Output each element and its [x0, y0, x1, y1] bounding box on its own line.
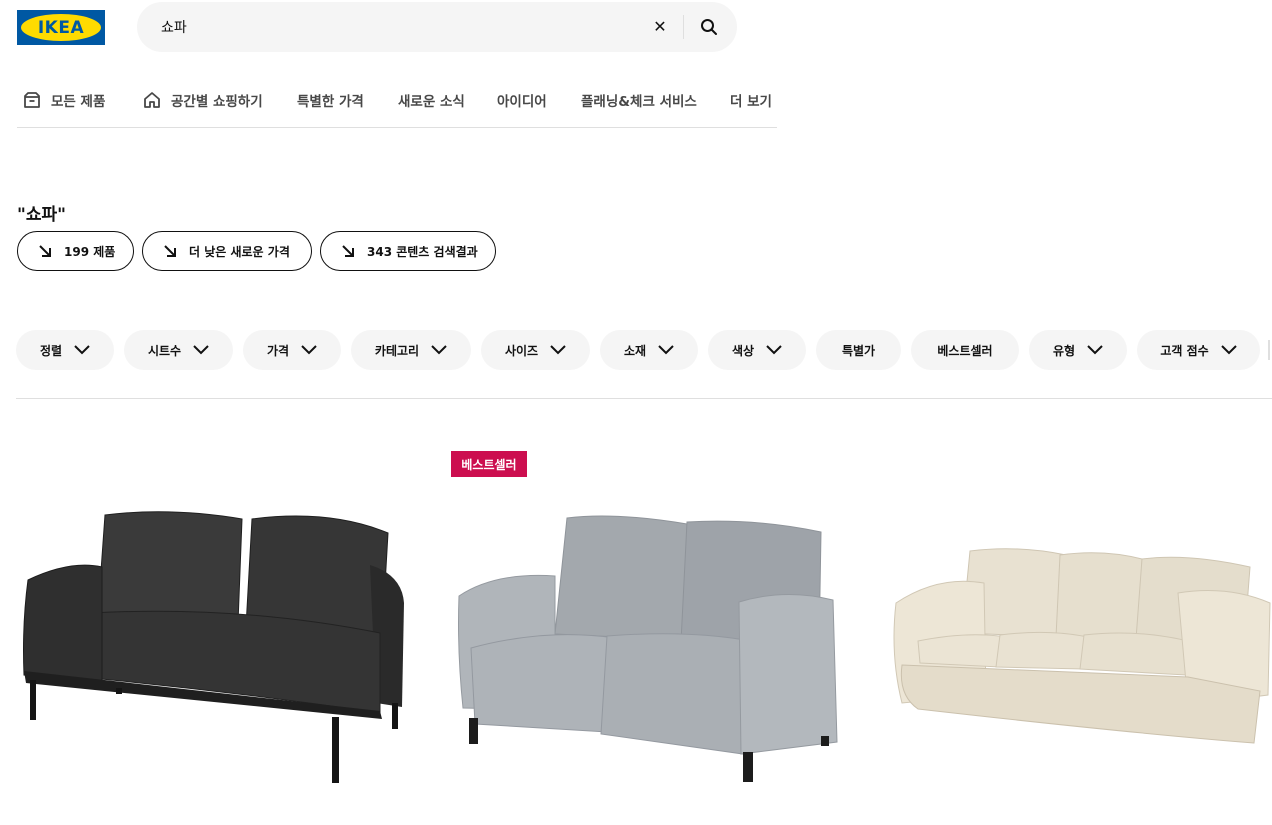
- nav-item-planning-service[interactable]: 플래닝&체크 서비스: [581, 90, 697, 110]
- main-nav: 모든 제품 공간별 쇼핑하기 특별한 가격 새로운 소식 아이디어 플래닝&체크…: [17, 72, 777, 128]
- filter-label: 특별가: [841, 343, 876, 358]
- filter-type[interactable]: 유형: [1029, 330, 1127, 370]
- nav-item-more[interactable]: 더 보기: [730, 90, 772, 110]
- chevron-down-icon: [550, 345, 566, 355]
- filter-label: 시트수: [147, 343, 182, 358]
- lower-price-link[interactable]: 더 낮은 새로운 가격: [142, 231, 312, 271]
- search-icon: [701, 19, 717, 35]
- products-count-link[interactable]: 199 제품: [17, 231, 134, 271]
- nav-item-rooms[interactable]: 공간별 쇼핑하기: [143, 90, 263, 110]
- chevron-down-icon: [658, 345, 674, 355]
- bestseller-badge: 베스트셀러: [451, 451, 527, 477]
- filter-label: 사이즈: [504, 343, 539, 358]
- filter-price[interactable]: 가격: [243, 330, 341, 370]
- search-button[interactable]: [693, 11, 725, 43]
- content-results-link[interactable]: 343 콘텐츠 검색결과: [320, 231, 496, 271]
- filter-seats[interactable]: 시트수: [124, 330, 233, 370]
- arrow-down-right-icon: [39, 245, 51, 257]
- filter-sort[interactable]: 정렬: [16, 330, 114, 370]
- nav-label: 새로운 소식: [398, 94, 465, 110]
- clear-search-button[interactable]: ✕: [645, 15, 675, 39]
- nav-item-ideas[interactable]: 아이디어: [497, 90, 547, 110]
- search-divider: [683, 15, 684, 39]
- filter-label: 고객 점수: [1160, 343, 1209, 358]
- filter-material[interactable]: 소재: [600, 330, 698, 370]
- filter-label: 유형: [1052, 343, 1076, 358]
- ikea-logo[interactable]: IKEA: [17, 10, 105, 45]
- filter-color[interactable]: 색상: [708, 330, 806, 370]
- home-icon: [144, 92, 160, 108]
- nav-label: 모든 제품: [51, 94, 106, 110]
- filter-label: 색상: [731, 343, 755, 358]
- pill-label: 더 낮은 새로운 가격: [189, 244, 290, 259]
- filter-label: 베스트셀러: [937, 343, 993, 358]
- search-query-title: "쇼파": [17, 205, 66, 225]
- chevron-down-icon: [74, 345, 90, 355]
- product-image-sofa-grey[interactable]: [455, 510, 845, 790]
- nav-label: 특별한 가격: [297, 94, 364, 110]
- product-image-sofa-beige[interactable]: [888, 545, 1272, 755]
- filter-label: 카테고리: [374, 343, 420, 358]
- nav-label: 플래닝&체크 서비스: [581, 94, 697, 110]
- nav-item-news[interactable]: 새로운 소식: [398, 90, 465, 110]
- nav-item-all-products[interactable]: 모든 제품: [23, 90, 105, 110]
- chevron-down-icon: [1220, 345, 1237, 355]
- chevron-down-icon: [193, 345, 209, 355]
- chevron-down-icon: [766, 345, 782, 355]
- box-icon: [24, 92, 40, 108]
- filter-overflow-edge: [1268, 340, 1272, 360]
- filter-size[interactable]: 사이즈: [481, 330, 590, 370]
- nav-label: 공간별 쇼핑하기: [171, 94, 263, 110]
- chevron-down-icon: [1087, 345, 1103, 355]
- pill-label: 343 콘텐츠 검색결과: [367, 244, 478, 259]
- filter-customer-rating[interactable]: 고객 점수: [1137, 330, 1260, 370]
- arrow-down-right-icon: [342, 245, 354, 257]
- filter-bestseller[interactable]: 베스트셀러: [911, 330, 1019, 370]
- section-divider: [16, 398, 1272, 399]
- filter-label: 정렬: [39, 343, 63, 358]
- nav-item-special-price[interactable]: 특별한 가격: [297, 90, 364, 110]
- search-bar: ✕: [137, 2, 737, 52]
- logo-oval: IKEA: [21, 14, 101, 41]
- close-icon: ✕: [653, 19, 667, 36]
- filter-label: 소재: [623, 343, 647, 358]
- pill-label: 199 제품: [64, 244, 116, 259]
- filter-label: 가격: [266, 343, 290, 358]
- chevron-down-icon: [431, 345, 447, 355]
- arrow-down-right-icon: [164, 245, 176, 257]
- product-image-sofa-dark[interactable]: [20, 505, 410, 790]
- search-input[interactable]: [161, 2, 641, 52]
- nav-label: 아이디어: [497, 94, 547, 110]
- nav-label: 더 보기: [730, 94, 772, 110]
- chevron-down-icon: [301, 345, 317, 355]
- logo-text: IKEA: [37, 17, 85, 38]
- filter-special-price[interactable]: 특별가: [816, 330, 901, 370]
- filter-category[interactable]: 카테고리: [351, 330, 471, 370]
